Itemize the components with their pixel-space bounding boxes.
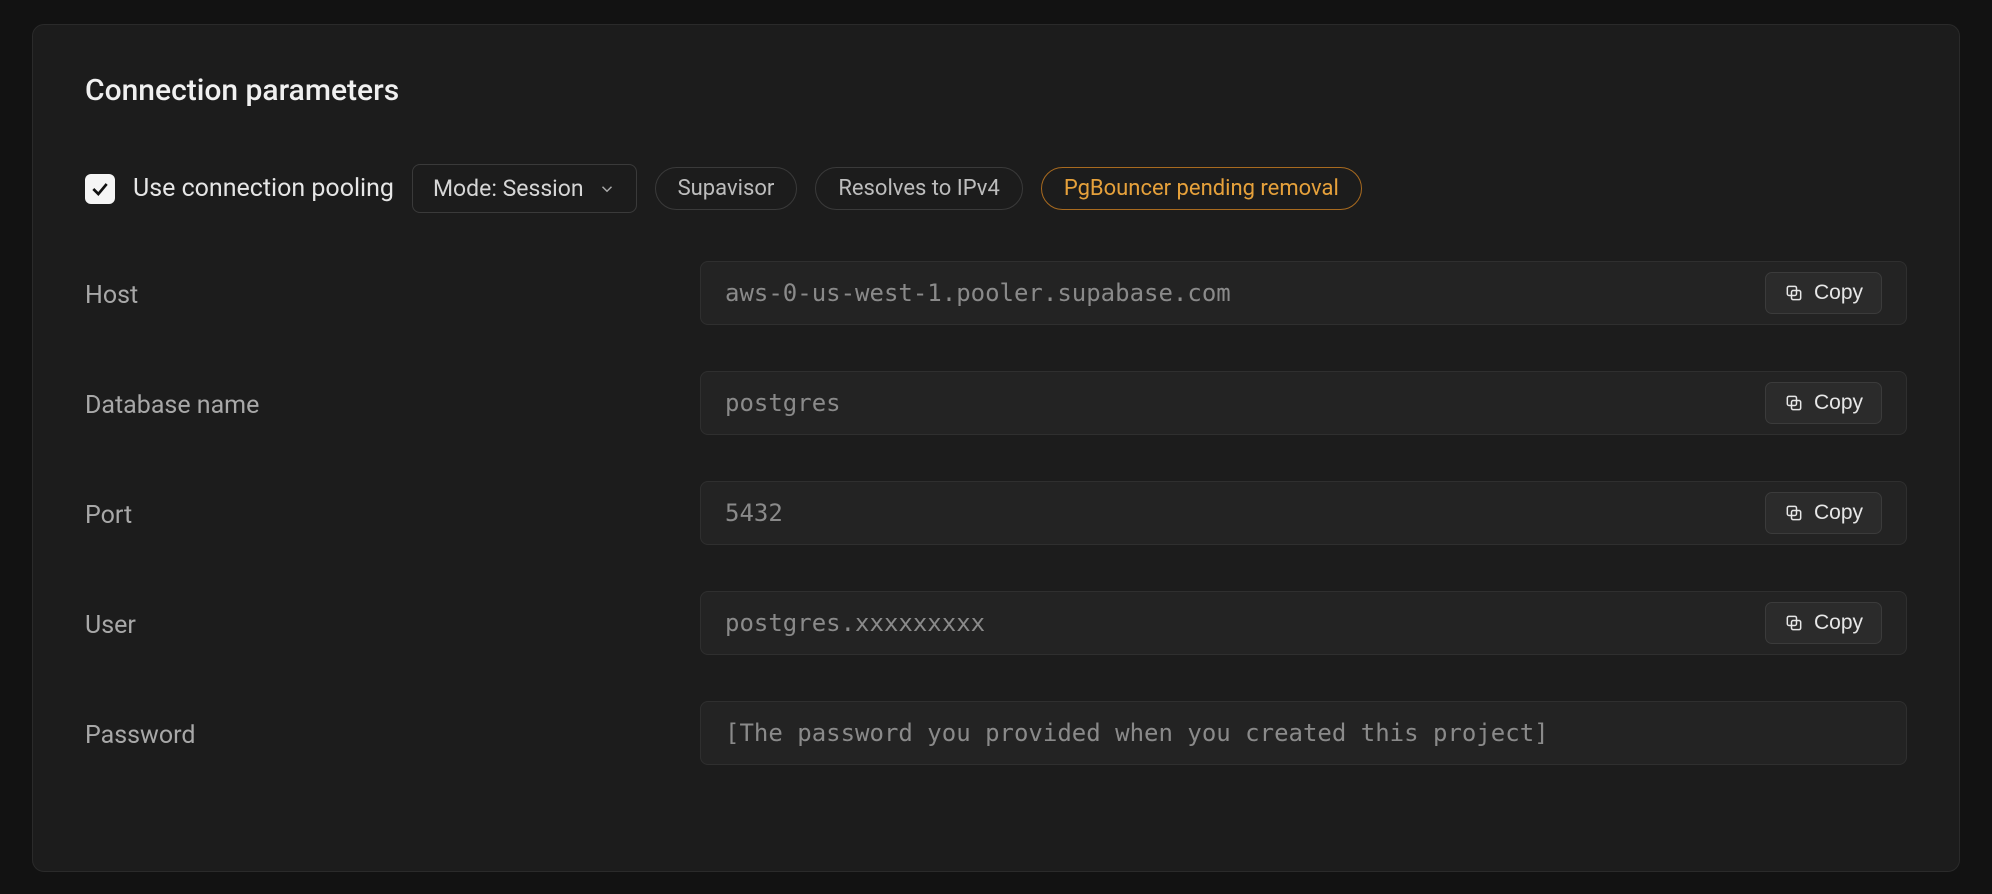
field-label-dbname: Database name [85,387,700,420]
pooling-checkbox[interactable] [85,174,115,204]
mode-select-label: Mode: Session [433,175,584,202]
copy-icon [1784,283,1804,303]
copy-label: Copy [1814,281,1863,305]
chevron-down-icon [598,180,616,198]
field-value-user[interactable]: postgres.xxxxxxxxx [725,609,1749,637]
copy-button-dbname[interactable]: Copy [1765,382,1882,424]
field-value-dbname[interactable]: postgres [725,389,1749,417]
field-label-user: User [85,607,700,640]
badge-resolves-ipv4: Resolves to IPv4 [815,167,1023,210]
field-row-host: Host aws-0-us-west-1.pooler.supabase.com… [85,261,1907,325]
mode-select[interactable]: Mode: Session [412,164,637,213]
field-value-wrap-password: [The password you provided when you crea… [700,701,1907,765]
field-row-password: Password [The password you provided when… [85,701,1907,765]
field-value-wrap-dbname: postgres Copy [700,371,1907,435]
field-value-port[interactable]: 5432 [725,499,1749,527]
field-label-host: Host [85,277,700,310]
copy-icon [1784,613,1804,633]
copy-label: Copy [1814,391,1863,415]
copy-icon [1784,393,1804,413]
copy-button-host[interactable]: Copy [1765,272,1882,314]
check-icon [90,179,110,199]
field-row-dbname: Database name postgres Copy [85,371,1907,435]
badge-supavisor: Supavisor [655,167,798,210]
field-label-port: Port [85,497,700,530]
copy-button-port[interactable]: Copy [1765,492,1882,534]
field-value-password[interactable]: [The password you provided when you crea… [725,719,1882,747]
controls-row: Use connection pooling Mode: Session Sup… [85,164,1907,213]
field-value-wrap-port: 5432 Copy [700,481,1907,545]
copy-label: Copy [1814,501,1863,525]
field-value-host[interactable]: aws-0-us-west-1.pooler.supabase.com [725,279,1749,307]
field-label-password: Password [85,717,700,750]
pooling-checkbox-label: Use connection pooling [133,174,394,203]
badge-pgbouncer-pending-removal: PgBouncer pending removal [1041,167,1362,210]
copy-label: Copy [1814,611,1863,635]
pooling-checkbox-group: Use connection pooling [85,174,394,204]
field-value-wrap-user: postgres.xxxxxxxxx Copy [700,591,1907,655]
copy-button-user[interactable]: Copy [1765,602,1882,644]
panel-title: Connection parameters [85,73,1907,108]
field-row-port: Port 5432 Copy [85,481,1907,545]
field-value-wrap-host: aws-0-us-west-1.pooler.supabase.com Copy [700,261,1907,325]
copy-icon [1784,503,1804,523]
connection-parameters-panel: Connection parameters Use connection poo… [32,24,1960,872]
field-row-user: User postgres.xxxxxxxxx Copy [85,591,1907,655]
